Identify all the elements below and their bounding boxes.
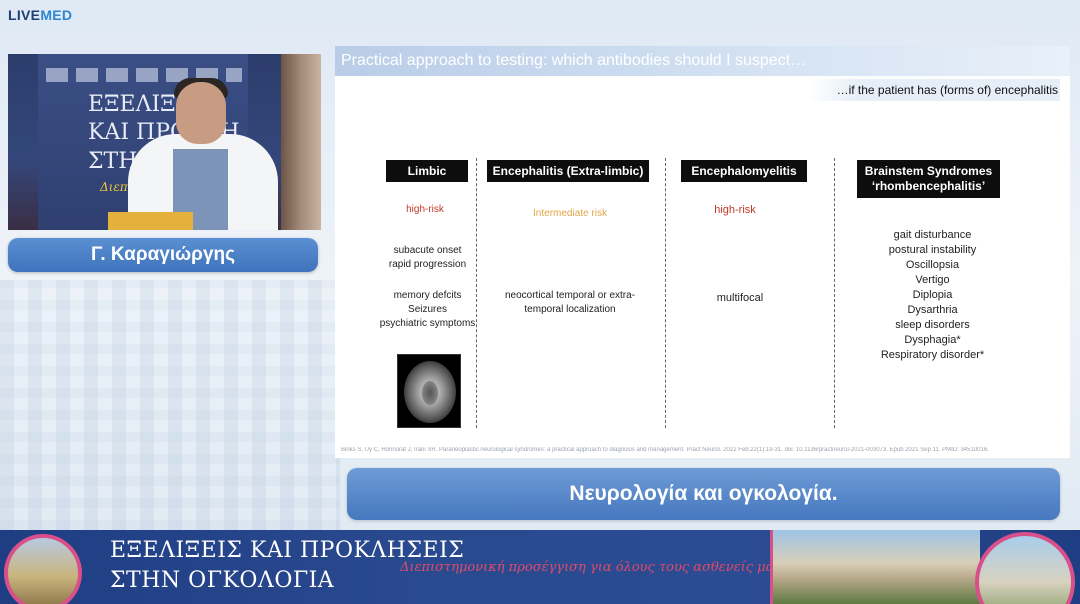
risk-limbic: high-risk [406,204,444,215]
column-title-encephalomyelitis: Encephalomyelitis [681,160,807,182]
acropolis-photo [4,534,82,604]
brainstem-features: gait disturbance postural instability Os… [880,229,985,361]
column-divider [665,158,666,428]
slide-citation: Binks S, Uy C, Honnorat J, Irani SR. Par… [341,447,989,453]
limbic-features: memory defcits Seizures psychiatric symp… [379,290,476,329]
livemed-logo: LIVEMED [8,7,73,23]
mri-brain [404,361,456,423]
slide-title: Practical approach to testing: which ant… [335,46,1070,76]
onset-list: subacute onset rapid progression [388,245,467,270]
column-title-brainstem: Brainstem Syndromes ‘rhombencephalitis’ [857,160,1000,198]
footer-tagline: Διεπιστημονική προσέγγιση για όλους τους… [400,560,782,575]
encephalomyelitis-features: multifocal [716,292,764,304]
extra-limbic-features: neocortical temporal or extra- temporal … [504,290,636,315]
stage-curtain [281,54,321,230]
risk-encephalomyelitis: high-risk [714,204,756,216]
slide-subtitle: …if the patient has (forms of) encephali… [808,79,1060,101]
presentation-slide: Practical approach to testing: which ant… [335,46,1070,458]
campus-photo [975,532,1075,604]
podium [108,212,193,230]
column-title-extra-limbic: Encephalitis (Extra-limbic) [487,160,649,182]
background-building [0,280,340,530]
column-title-limbic: Limbic [386,160,468,182]
speaker-name: Γ. Καραγιώργης [8,238,318,272]
topic-banner: Νευρολογία και ογκολογία. [347,468,1060,520]
footer-banner: ΕΞΕΛΙΞΕΙΣ ΚΑΙ ΠΡΟΚΛΗΣΕΙΣ ΣΤΗΝ ΟΓΚΟΛΟΓΙΑ … [0,530,1080,604]
hospital-photo [770,530,980,604]
mri-brain-image [397,354,461,428]
risk-extra-limbic: Intermediate risk [533,208,607,219]
column-divider [834,158,835,428]
speaker-head [176,82,226,144]
column-divider [476,158,477,428]
footer-title-line2: ΣΤΗΝ ΟΓΚΟΛΟΓΙΑ [110,568,335,593]
speaker-video[interactable]: ΕΞΕΛΙΞΕ ΚΑΙ ΠΡΟΚΛΗ ΣΤΗΝ ΟΓΚ Διεπιστημο [8,54,321,230]
